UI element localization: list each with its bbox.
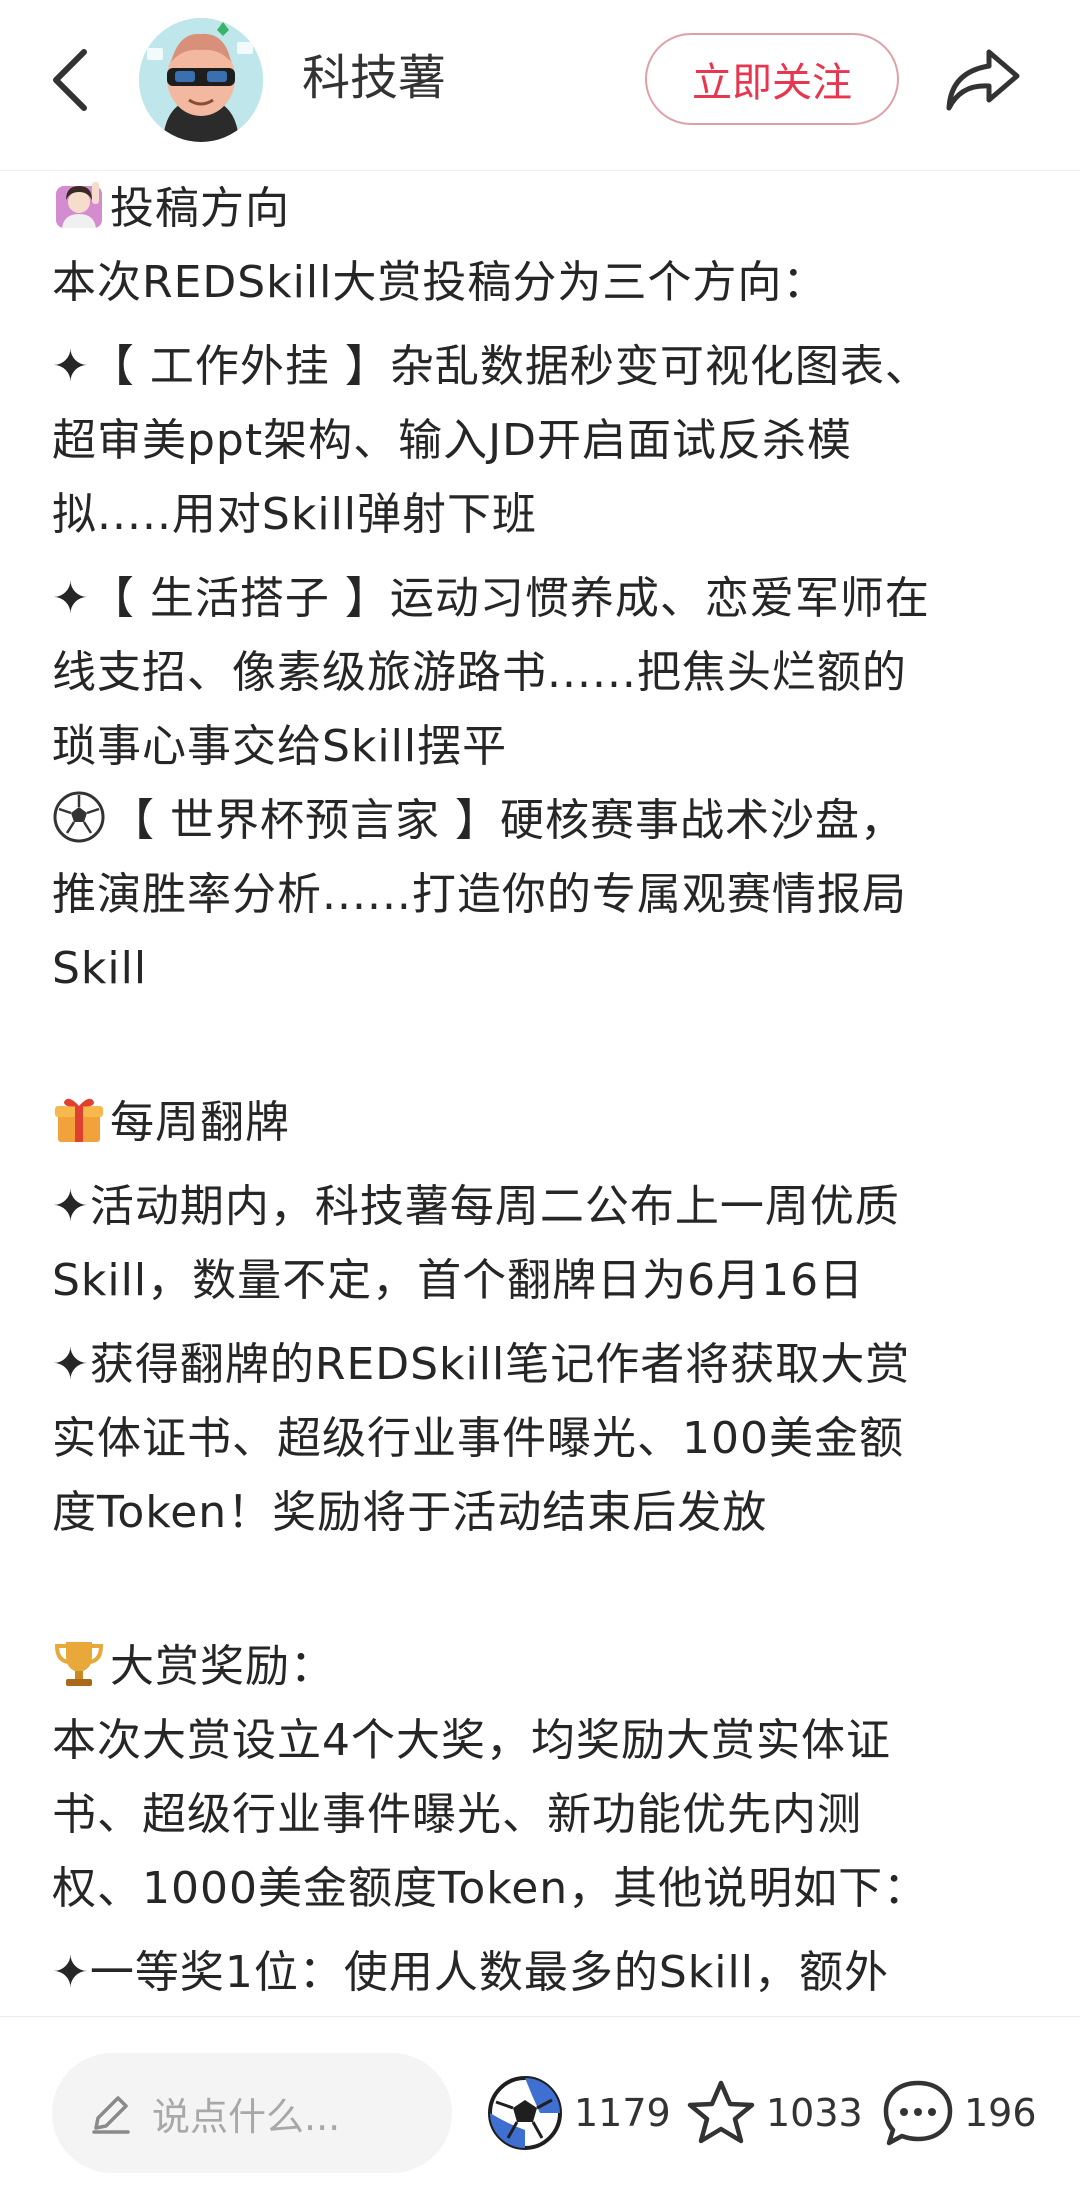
content-line: 投稿方向	[110, 183, 290, 234]
share-button[interactable]	[940, 36, 1026, 122]
section-heading-submission: 投稿方向	[52, 172, 1042, 246]
comment-button[interactable]: 196	[882, 2073, 1037, 2153]
content-line: 推演胜率分析......打造你的专属观赛情报局	[52, 869, 907, 920]
pencil-icon	[92, 2096, 130, 2134]
content-line: 权、1000美金额度Token，其他说明如下：	[52, 1863, 929, 1914]
content-line: 本次大赏设立4个大奖，均奖励大赏实体证	[52, 1715, 891, 1766]
content-line: 书、超级行业事件曝光、新功能优先内测	[52, 1789, 862, 1840]
follow-button[interactable]: 立即关注	[645, 33, 899, 125]
share-arrow-icon	[946, 49, 1020, 111]
content-line: 线支招、像素级旅游路书......把焦头烂额的	[52, 647, 907, 698]
section-heading-awards: 大赏奖励：	[52, 1630, 1042, 1704]
content-line: 实体证书、超级行业事件曝光、100美金额	[52, 1413, 904, 1464]
content-line: ✦活动期内，科技薯每周二公布上一周优质	[52, 1181, 900, 1232]
section-heading-weekly: 每周翻牌	[52, 1086, 1042, 1160]
note-body: 投稿方向 本次REDSkill大赏投稿分为三个方向： ✦【 工作外挂 】杂乱数据…	[52, 172, 1042, 2012]
author-avatar[interactable]	[139, 18, 263, 142]
chevron-left-icon	[53, 49, 87, 111]
content-line-text: 大赏奖励：	[110, 1641, 335, 1692]
content-line: 度Token！奖励将于活动结束后发放	[52, 1487, 768, 1538]
collect-button[interactable]: 1033	[686, 2073, 863, 2153]
person-raising-hand-emoji	[52, 178, 106, 232]
bottom-action-bar: 说点什么... 1179 1033 196	[0, 2016, 1080, 2205]
author-name[interactable]: 科技薯	[302, 46, 446, 110]
like-button[interactable]: 1179	[486, 2073, 671, 2153]
like-count: 1179	[574, 2091, 671, 2135]
back-button[interactable]	[40, 40, 100, 120]
content-line: Skill，数量不定，首个翻牌日为6月16日	[52, 1255, 865, 1306]
content-line-text: 每周翻牌	[110, 1097, 290, 1148]
collect-count: 1033	[766, 2091, 863, 2135]
soccer-ball-emoji	[52, 790, 106, 844]
soccer-ball-like-icon	[488, 2076, 562, 2150]
comment-input[interactable]: 说点什么...	[52, 2053, 452, 2173]
content-line: ✦获得翻牌的REDSkill笔记作者将获取大赏	[52, 1339, 911, 1390]
content-line: ✦【 工作外挂 】杂乱数据秒变可视化图表、	[52, 341, 930, 392]
content-line: ✦【 生活搭子 】运动习惯养成、恋爱军师在	[52, 573, 930, 624]
content-line: 琐事心事交给Skill摆平	[52, 721, 508, 772]
speech-bubble-icon	[883, 2080, 953, 2146]
wrapped-gift-emoji	[52, 1092, 106, 1146]
avatar-image	[139, 18, 263, 142]
top-navigation-bar: 科技薯 立即关注	[0, 0, 1080, 171]
content-line: 拟.....用对Skill弹射下班	[52, 489, 538, 540]
comment-placeholder: 说点什么...	[152, 2094, 341, 2139]
content-line: ✦一等奖1位：使用人数最多的Skill，额外	[52, 1947, 889, 1998]
content-line-worldcup: 【 世界杯预言家 】硬核赛事战术沙盘，	[52, 784, 1042, 858]
trophy-emoji	[52, 1636, 106, 1690]
star-outline-icon	[687, 2080, 755, 2144]
content-line: Skill	[52, 943, 148, 994]
comment-count: 196	[964, 2091, 1037, 2135]
content-line: 超审美ppt架构、输入JD开启面试反杀模	[52, 415, 852, 466]
content-line-text: 【 世界杯预言家 】硬核赛事战术沙盘，	[110, 795, 905, 846]
content-line: 本次REDSkill大赏投稿分为三个方向：	[52, 257, 828, 308]
